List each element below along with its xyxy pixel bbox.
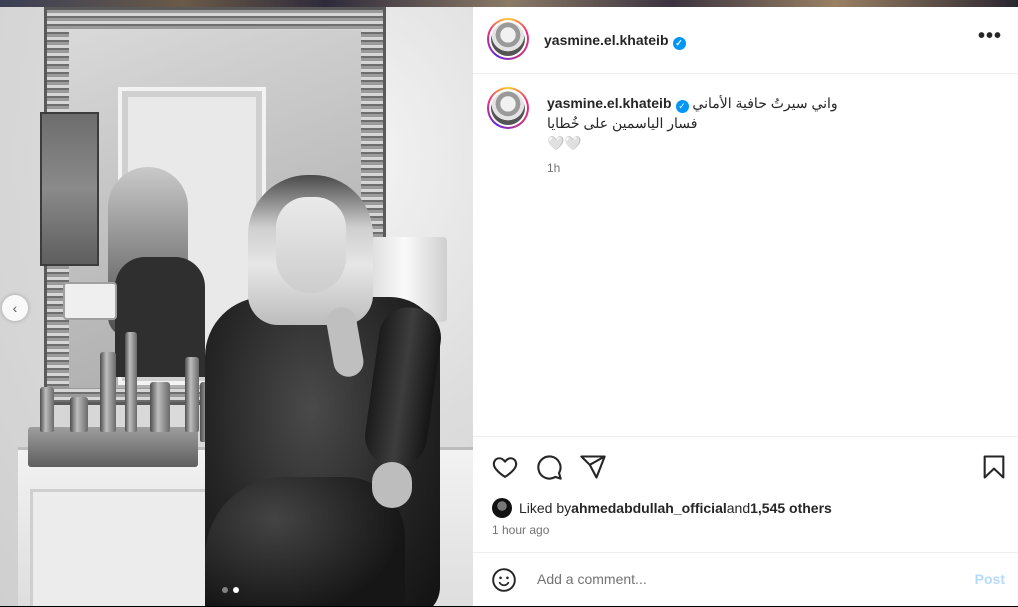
likes-summary: Liked by ahmedabdullah_official and 1,54… (492, 498, 832, 518)
carousel-dot-active (233, 587, 239, 593)
header-username[interactable]: yasmine.el.khateib ✓ (544, 32, 686, 50)
post-comment-button[interactable]: Post (975, 571, 1005, 587)
likes-others[interactable]: 1,545 others (750, 500, 832, 516)
liker-avatar[interactable] (492, 498, 512, 518)
photo-bottle (70, 397, 88, 432)
comment-button[interactable] (535, 453, 563, 481)
photo-painting (40, 112, 99, 266)
photo-face (276, 197, 346, 293)
caption-section: yasmine.el.khateib ✓ واني سيرتُ حافية الأ… (473, 73, 1018, 435)
save-button[interactable] (980, 453, 1008, 481)
carousel-prev-button[interactable]: ‹ (2, 295, 28, 321)
comment-icon (537, 455, 562, 480)
caption-username[interactable]: yasmine.el.khateib (547, 95, 672, 111)
caption-avatar[interactable] (487, 87, 529, 129)
caption-text: yasmine.el.khateib ✓ واني سيرتُ حافية الأ… (547, 93, 987, 153)
action-bar: Liked by ahmedabdullah_official and 1,54… (473, 436, 1018, 553)
avatar-inner (489, 20, 527, 58)
comment-bar: Post (473, 552, 1018, 607)
photo-bottle (40, 387, 54, 432)
share-icon (580, 455, 606, 479)
post-header: yasmine.el.khateib ✓ ••• (473, 7, 1018, 74)
photo-bottle (100, 352, 116, 432)
post-photo[interactable]: ‹ (0, 7, 473, 606)
emoji-button[interactable] (491, 567, 517, 593)
verified-badge-icon: ✓ (675, 99, 689, 113)
comment-input[interactable] (535, 570, 939, 588)
chevron-left-icon: ‹ (12, 300, 18, 316)
share-button[interactable] (579, 453, 607, 481)
verified-badge-icon: ✓ (672, 37, 686, 50)
more-options-button[interactable]: ••• (978, 26, 1002, 46)
caption-line-3: 🤍🤍 (547, 135, 582, 151)
likes-and: and (726, 500, 751, 516)
post-time: 1 hour ago (492, 523, 550, 537)
emoji-icon (492, 568, 516, 592)
photo-bottle (150, 382, 170, 432)
likes-prefix: Liked by (519, 500, 572, 516)
carousel-dot (222, 587, 228, 593)
photo-hand (372, 462, 412, 508)
like-button[interactable] (491, 453, 519, 481)
background-strip (0, 0, 1018, 7)
bookmark-icon (983, 455, 1005, 479)
avatar[interactable] (487, 18, 529, 60)
avatar-image (491, 22, 525, 56)
photo-bottle (185, 357, 199, 432)
carousel-dots (222, 587, 239, 593)
caption-line-2: فسار الياسمين على خُطايا (547, 115, 698, 131)
avatar-image (491, 91, 525, 125)
caption-time[interactable]: 1h (547, 161, 560, 175)
photo-tray (28, 427, 198, 467)
liker-username[interactable]: ahmedabdullah_official (571, 500, 727, 516)
username-text[interactable]: yasmine.el.khateib (544, 32, 669, 48)
post-panel: yasmine.el.khateib ✓ ••• yasmine.el.khate… (473, 7, 1018, 606)
caption-line-1: واني سيرتُ حافية الأماني (692, 95, 838, 111)
heart-icon (492, 457, 518, 478)
photo-bottle (125, 332, 137, 432)
avatar-inner (489, 89, 527, 127)
photo-sign (63, 282, 117, 320)
